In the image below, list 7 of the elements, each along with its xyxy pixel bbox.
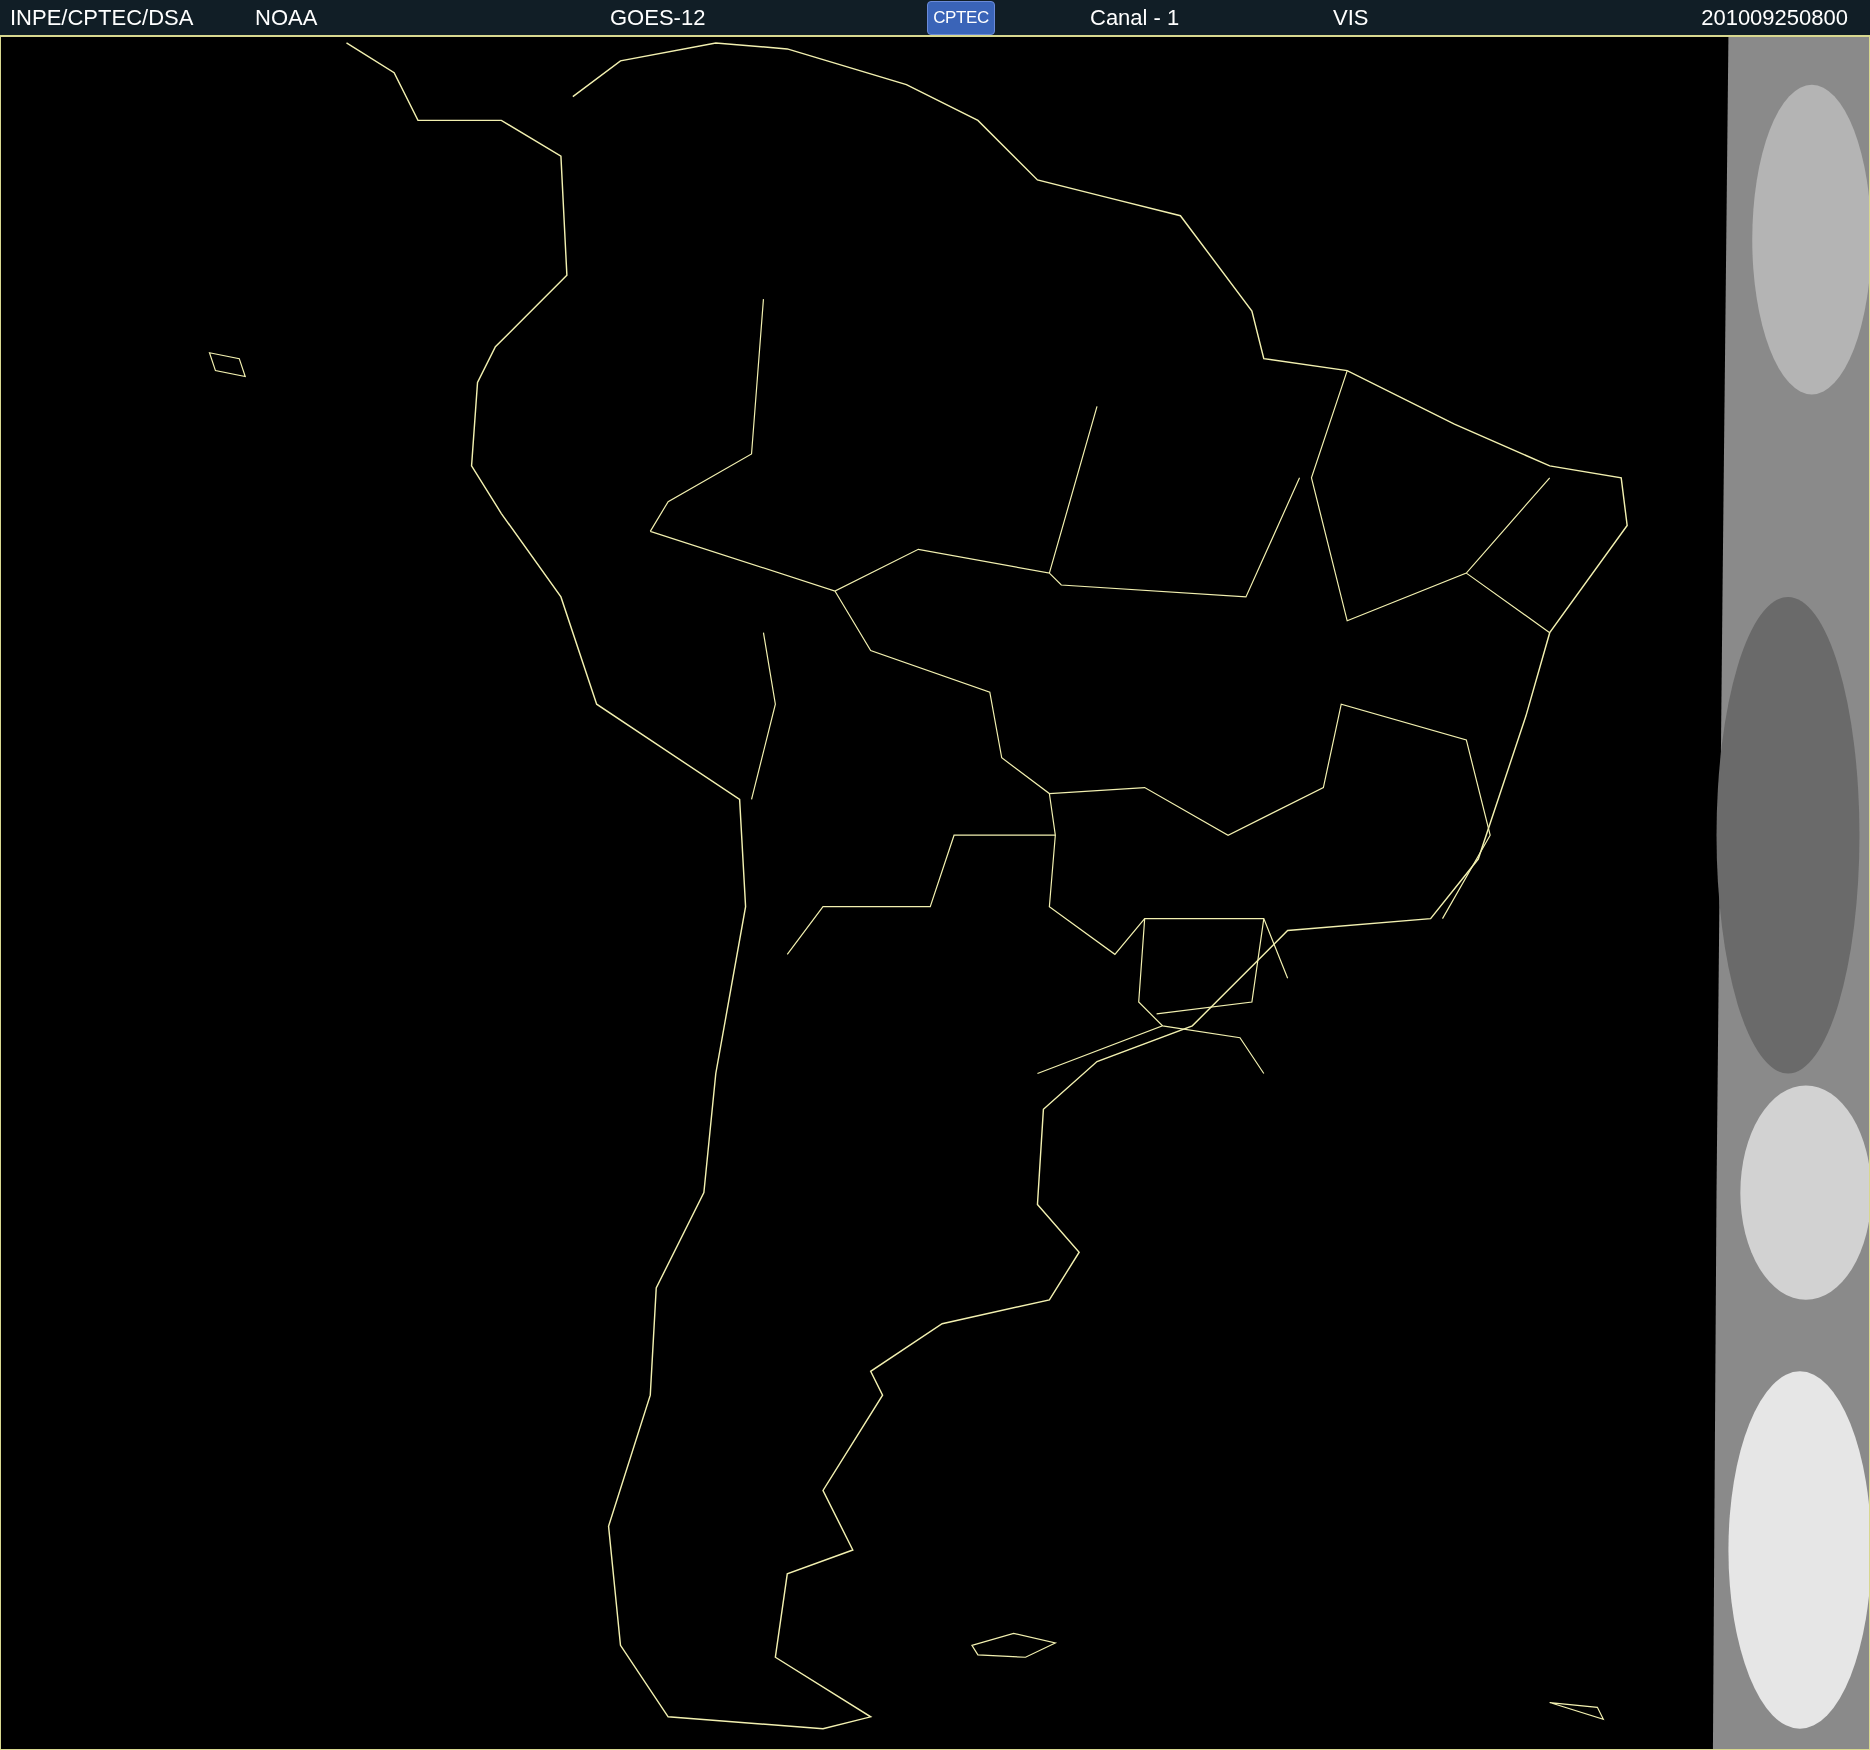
header-label: 201009250800 (1701, 4, 1848, 32)
header-label: INPE/CPTEC/DSA (10, 4, 194, 32)
header-label: Canal - 1 (1090, 4, 1180, 32)
logo: CPTEC (927, 0, 995, 35)
header-label: GOES-12 (610, 4, 706, 32)
header-label: NOAA (255, 4, 318, 32)
header-label: VIS (1333, 4, 1369, 32)
